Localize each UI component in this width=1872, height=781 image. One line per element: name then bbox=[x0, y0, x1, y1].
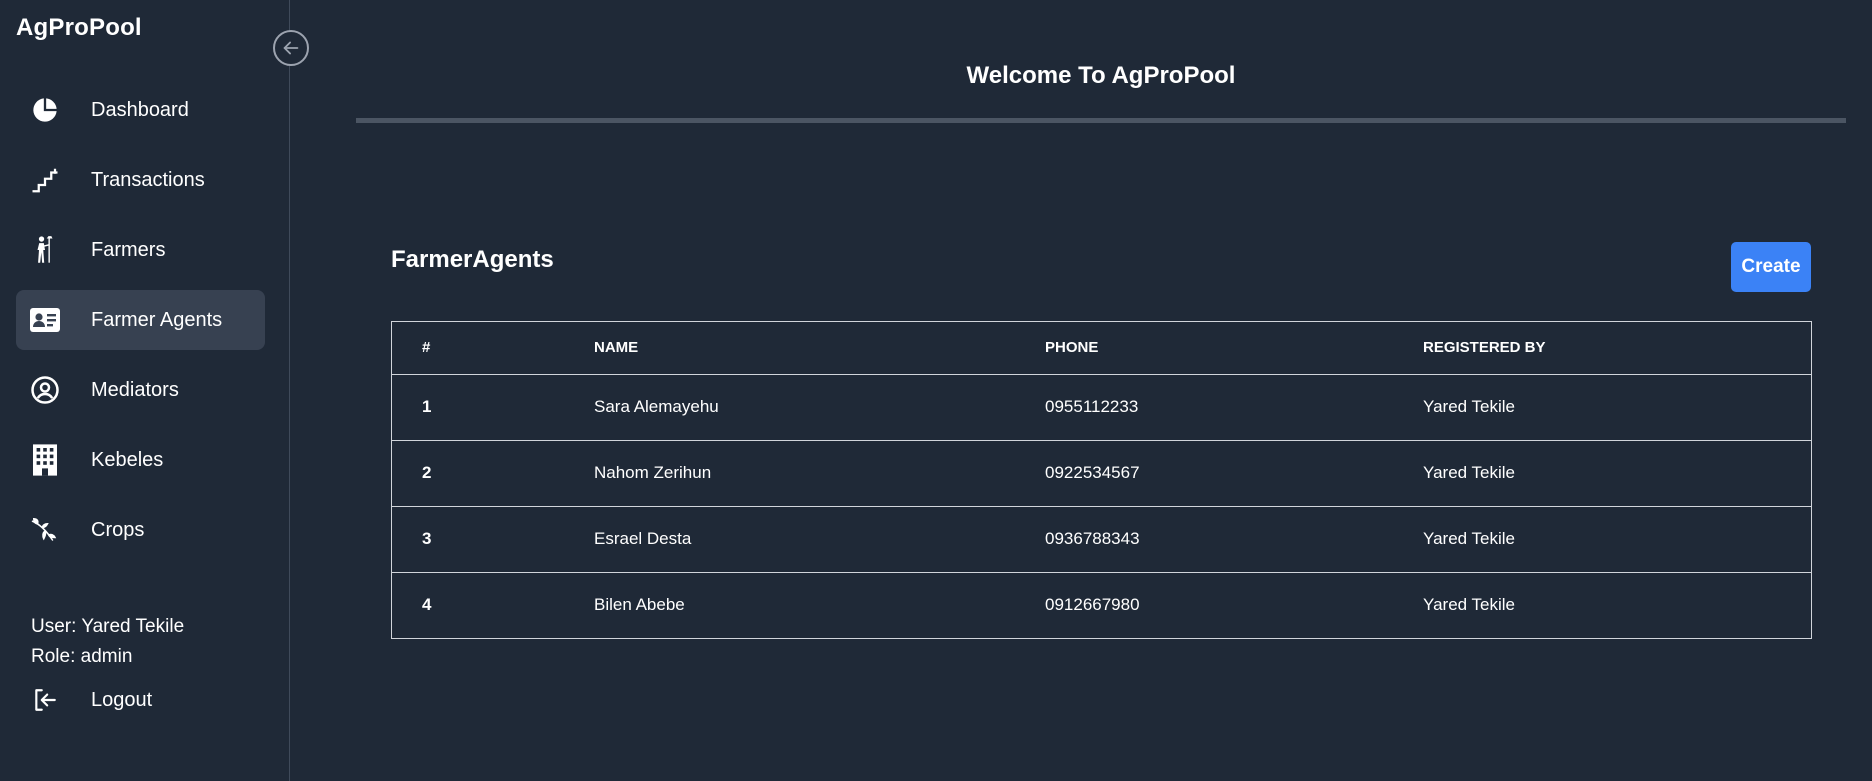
table-row[interactable]: 4 Bilen Abebe 0912667980 Yared Tekile bbox=[392, 572, 1811, 638]
user-name: User: Yared Tekile bbox=[31, 616, 185, 637]
table-row[interactable]: 2 Nahom Zerihun 0922534567 Yared Tekile bbox=[392, 440, 1811, 506]
stairs-icon bbox=[29, 164, 61, 196]
cell-number: 4 bbox=[422, 595, 432, 615]
cell-registered-by: Yared Tekile bbox=[1423, 529, 1515, 548]
cell-phone: 0936788343 bbox=[1045, 529, 1140, 548]
collapse-sidebar-button[interactable] bbox=[273, 30, 309, 66]
sidebar-item-label: Mediators bbox=[91, 378, 179, 401]
table-header-row: # NAME PHONE REGISTERED BY bbox=[392, 322, 1811, 374]
building-icon bbox=[29, 444, 61, 476]
logout-icon bbox=[29, 684, 61, 716]
sidebar-item-label: Farmers bbox=[91, 238, 166, 261]
sidebar: AgProPool Dashboard Transactions Farmers… bbox=[0, 0, 309, 781]
table-row[interactable]: 1 Sara Alemayehu 0955112233 Yared Tekile bbox=[392, 374, 1811, 440]
sidebar-item-label: Farmer Agents bbox=[91, 308, 223, 331]
plant-icon bbox=[29, 514, 61, 546]
arrow-left-circle-icon bbox=[283, 41, 299, 55]
column-header-name[interactable]: NAME bbox=[564, 322, 1015, 374]
logout-label: Logout bbox=[91, 688, 153, 711]
cell-name: Sara Alemayehu bbox=[594, 397, 719, 416]
sidebar-item-kebeles[interactable]: Kebeles bbox=[16, 430, 265, 490]
cell-phone: 0922534567 bbox=[1045, 463, 1140, 482]
cell-number: 2 bbox=[422, 463, 432, 482]
column-header-number[interactable]: # bbox=[392, 322, 564, 374]
cell-registered-by: Yared Tekile bbox=[1423, 595, 1515, 615]
sidebar-item-transactions[interactable]: Transactions bbox=[16, 150, 265, 210]
sidebar-item-label: Dashboard bbox=[91, 98, 189, 121]
section-title: FarmerAgents bbox=[391, 246, 554, 273]
cell-number: 1 bbox=[422, 397, 432, 416]
user-info: User: Yared Tekile Role: admin bbox=[31, 612, 184, 672]
cell-name: Bilen Abebe bbox=[594, 595, 685, 615]
cell-registered-by: Yared Tekile bbox=[1423, 397, 1515, 416]
cell-phone: 0955112233 bbox=[1045, 397, 1139, 416]
create-button[interactable]: Create bbox=[1731, 242, 1811, 292]
cell-number: 3 bbox=[422, 529, 432, 548]
user-role: Role: admin bbox=[31, 646, 133, 667]
farmer-icon bbox=[29, 234, 61, 266]
sidebar-item-label: Crops bbox=[91, 518, 145, 541]
sidebar-item-label: Transactions bbox=[91, 168, 205, 191]
sidebar-item-mediators[interactable]: Mediators bbox=[16, 360, 265, 420]
cell-name: Esrael Desta bbox=[594, 529, 692, 548]
user-circle-icon bbox=[29, 374, 61, 406]
main-content: Welcome To AgProPool FarmerAgents Create… bbox=[291, 0, 1872, 781]
cell-name: Nahom Zerihun bbox=[594, 463, 712, 482]
column-header-registered-by[interactable]: REGISTERED BY bbox=[1393, 322, 1811, 374]
table-row[interactable]: 3 Esrael Desta 0936788343 Yared Tekile bbox=[392, 506, 1811, 572]
pie-chart-icon bbox=[29, 94, 61, 126]
sidebar-item-farmer-agents[interactable]: Farmer Agents bbox=[16, 290, 265, 350]
sidebar-item-dashboard[interactable]: Dashboard bbox=[16, 80, 265, 140]
header-divider bbox=[356, 118, 1846, 123]
farmer-agents-table: # NAME PHONE REGISTERED BY 1 Sara Alemay… bbox=[391, 321, 1812, 639]
app-root: AgProPool Dashboard Transactions Farmers… bbox=[0, 0, 1872, 781]
sidebar-nav: Dashboard Transactions Farmers Farmer Ag… bbox=[16, 80, 265, 570]
brand-logo[interactable]: AgProPool bbox=[16, 14, 142, 42]
sidebar-item-label: Kebeles bbox=[91, 448, 164, 471]
logout-button[interactable]: Logout bbox=[16, 680, 265, 720]
sidebar-item-farmers[interactable]: Farmers bbox=[16, 220, 265, 280]
id-card-icon bbox=[29, 304, 61, 336]
sidebar-item-crops[interactable]: Crops bbox=[16, 500, 265, 560]
cell-phone: 0912667980 bbox=[1045, 595, 1140, 615]
page-title: Welcome To AgProPool bbox=[966, 62, 1236, 89]
column-header-phone[interactable]: PHONE bbox=[1015, 322, 1393, 374]
cell-registered-by: Yared Tekile bbox=[1423, 463, 1515, 482]
